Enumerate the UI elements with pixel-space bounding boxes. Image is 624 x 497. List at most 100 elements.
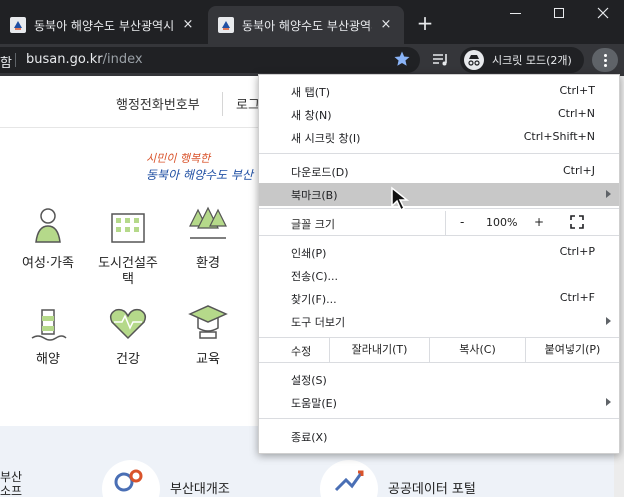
menu-find[interactable]: 찾기(F)... Ctrl+F [259, 287, 619, 310]
open-data-circle[interactable] [320, 460, 378, 497]
fullscreen-icon[interactable] [570, 215, 584, 229]
tab-busan-2[interactable]: 동북아 해양수도 부산광역시 × [208, 6, 404, 44]
close-tab-icon[interactable]: × [378, 17, 394, 33]
chrome-menu-button[interactable] [592, 48, 618, 72]
address-divider [15, 53, 16, 67]
menu-separator [259, 235, 619, 236]
menu-zoom-row: 글꼴 크기 - 100% + [259, 211, 619, 235]
login-link[interactable]: 로그 [236, 94, 260, 113]
address-host: busan.go.kr [26, 52, 103, 67]
bookmark-star-icon[interactable] [393, 50, 411, 68]
submenu-arrow-icon [606, 190, 611, 198]
menu-shortcut: Ctrl+N [557, 107, 595, 120]
menu-new-window[interactable]: 새 창(N) Ctrl+N [259, 103, 619, 126]
menu-separator [259, 362, 619, 363]
tab-strip: 동북아 해양수도 부산광역시 × 동북아 해양수도 부산광역시 × + [0, 0, 624, 44]
menu-shortcut: Ctrl+F [559, 291, 595, 304]
category-label: 교육 [196, 352, 220, 367]
menu-more-tools[interactable]: 도구 더보기 [259, 310, 619, 333]
address-prefix: 함 [0, 56, 12, 71]
phonebook-link[interactable]: 행정전화번호부 [116, 94, 200, 113]
category-education[interactable]: 교육 [176, 302, 240, 368]
menu-label: 새 창(N) [291, 109, 332, 122]
menu-shortcut: Ctrl+P [559, 245, 595, 258]
band-left-text: 부산 소프 [0, 470, 23, 497]
maximize-icon[interactable] [536, 0, 582, 26]
mouse-cursor-icon [391, 186, 410, 212]
category-women-family[interactable]: 여성·가족 [16, 206, 80, 272]
address-url[interactable]: busan.go.kr/index [26, 52, 143, 67]
menu-separator [259, 418, 619, 419]
lighthouse-icon [31, 309, 67, 341]
family-icon [35, 208, 61, 243]
submenu-arrow-icon [606, 317, 611, 325]
busan-renewal-link[interactable]: 부산대개조 [170, 478, 230, 497]
incognito-label: 시크릿 모드(2개) [492, 54, 572, 67]
address-bar[interactable]: 함 busan.go.kr/index [0, 47, 420, 73]
menu-label: 전송(C)... [291, 270, 338, 283]
slogan-line-1: 시민이 행복한 [146, 152, 211, 165]
copy-button[interactable]: 복사(C) [429, 338, 525, 362]
busan-favicon-icon [10, 17, 26, 33]
zoom-label: 글꼴 크기 [291, 218, 335, 231]
zoom-in-button[interactable]: + [534, 215, 544, 229]
close-window-icon[interactable] [580, 0, 624, 26]
category-urban-housing[interactable]: 도시건설주택 [96, 206, 160, 288]
menu-shortcut: Ctrl+T [559, 84, 595, 97]
menu-label: 인쇄(P) [291, 247, 327, 260]
menu-bookmarks[interactable]: 북마크(B) [259, 183, 619, 206]
media-queue-icon[interactable] [432, 52, 450, 68]
menu-label: 북마크(B) [291, 189, 338, 202]
menu-settings[interactable]: 설정(S) [259, 368, 619, 391]
minimize-icon[interactable] [492, 0, 538, 26]
submenu-arrow-icon [606, 398, 611, 406]
cut-button[interactable]: 잘라내기(T) [329, 338, 429, 362]
new-tab-button[interactable]: + [414, 12, 436, 34]
tab-title: 동북아 해양수도 부산광역시 [34, 18, 174, 33]
menu-cast[interactable]: 전송(C)... [259, 264, 619, 287]
graduation-cap-icon [188, 305, 228, 339]
zoom-out-button[interactable]: - [460, 215, 464, 229]
menu-label: 다운로드(D) [291, 166, 349, 179]
category-label: 해양 [36, 352, 60, 367]
zoom-controls: - 100% + [445, 211, 619, 235]
menu-separator [259, 153, 619, 154]
chrome-main-menu: 새 탭(T) Ctrl+T 새 창(N) Ctrl+N 새 시크릿 창(I) Ctrl… [258, 74, 620, 454]
slogan-line-2: 동북아 해양수도 부산 [146, 168, 253, 182]
menu-downloads[interactable]: 다운로드(D) Ctrl+J [259, 160, 619, 183]
menu-new-incognito[interactable]: 새 시크릿 창(I) Ctrl+Shift+N [259, 126, 619, 149]
zoom-level: 100% [486, 216, 518, 229]
category-environment[interactable]: 환경 [176, 206, 240, 272]
open-data-link[interactable]: 공공데이터 포털 [388, 478, 476, 497]
heart-icon [109, 308, 147, 340]
busan-favicon-icon [218, 17, 234, 33]
category-label: 여성·가족 [22, 256, 74, 271]
building-icon [111, 213, 145, 243]
incognito-icon [464, 50, 484, 70]
nav-divider [222, 92, 223, 116]
menu-shortcut: Ctrl+J [562, 164, 595, 177]
gears-icon [114, 469, 143, 492]
category-ocean[interactable]: 해양 [16, 302, 80, 368]
menu-new-tab[interactable]: 새 탭(T) Ctrl+T [259, 80, 619, 103]
edit-label: 수정 [291, 345, 312, 358]
menu-label: 찾기(F)... [291, 293, 337, 306]
category-health[interactable]: 건강 [96, 302, 160, 368]
tab-busan-1[interactable]: 동북아 해양수도 부산광역시 × [0, 6, 206, 44]
category-label: 도시건설주택 [98, 256, 158, 287]
menu-separator [259, 208, 619, 209]
chart-up-icon [334, 470, 364, 492]
menu-label: 종료(X) [291, 431, 328, 444]
menu-label: 도움말(E) [291, 397, 337, 410]
menu-help[interactable]: 도움말(E) [259, 391, 619, 414]
menu-label: 새 탭(T) [291, 86, 331, 99]
menu-exit[interactable]: 종료(X) [259, 425, 619, 448]
address-path: /index [102, 52, 143, 67]
busan-renewal-circle[interactable] [102, 460, 160, 497]
close-tab-icon[interactable]: × [180, 17, 196, 33]
tree-icon [189, 206, 227, 239]
incognito-badge[interactable]: 시크릿 모드(2개) [460, 47, 584, 73]
menu-print[interactable]: 인쇄(P) Ctrl+P [259, 241, 619, 264]
menu-label: 새 시크릿 창(I) [291, 132, 361, 145]
paste-button[interactable]: 붙여넣기(P) [525, 338, 619, 362]
